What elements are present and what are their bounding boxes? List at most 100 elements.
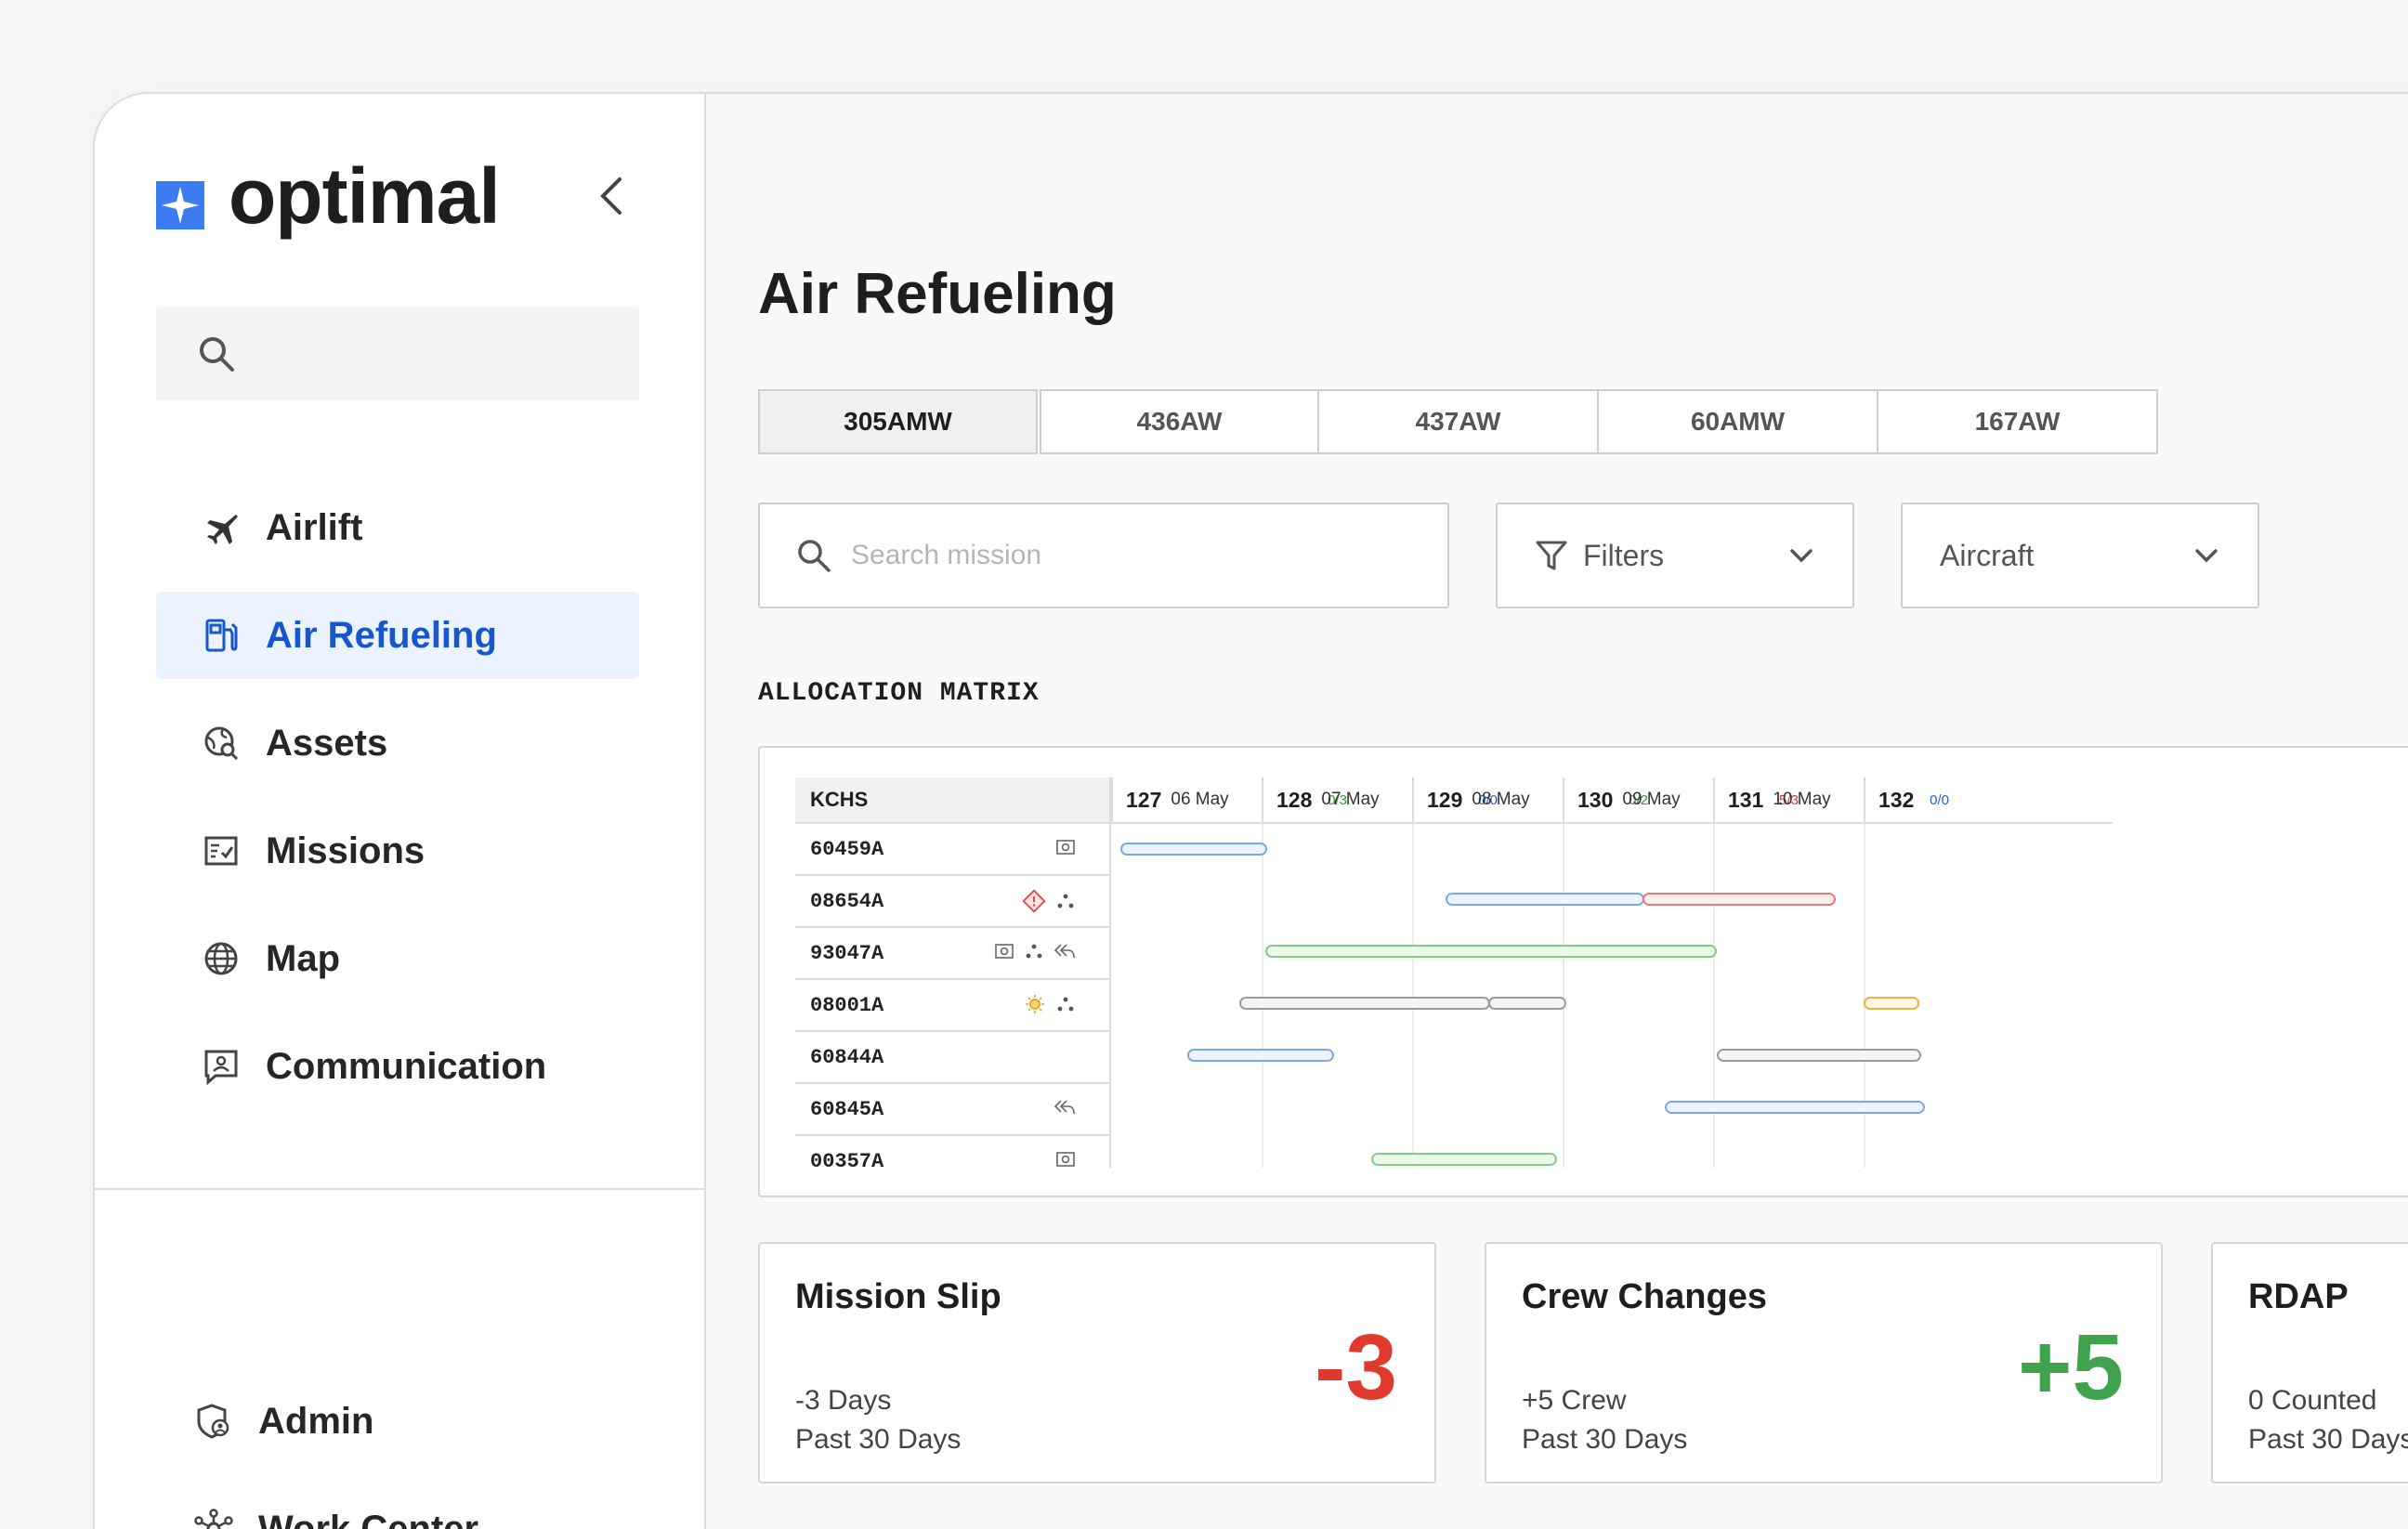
allocation-bar[interactable] [1446,893,1644,906]
network-hub-icon [193,1509,234,1529]
tab-436aw[interactable]: 436AW [1040,389,1319,454]
chevron-down-icon [2195,549,2218,563]
wing-tabs: 305AMW 436AW 437AW 60AMW 167AW [758,389,2158,454]
allocation-bar[interactable] [1120,843,1267,856]
airplane-icon [201,507,242,548]
allocation-bar[interactable] [1665,1101,1925,1114]
sidebar-item-work-center[interactable]: Work Center [156,1485,639,1529]
tab-167aw[interactable]: 167AW [1878,389,2158,454]
sidebar-bottom-nav: Admin Work Center [156,1378,639,1529]
globe-search-icon [201,723,242,764]
reply-all-icon [1054,1100,1075,1115]
mission-search[interactable] [758,503,1449,608]
allocation-bar[interactable] [1265,945,1717,958]
sidebar-item-label: Work Center [258,1508,479,1529]
sidebar-item-label: Airlift [266,506,363,548]
reply-all-icon [1054,944,1075,959]
aircraft-label: Aircraft [1940,538,2035,572]
aircraft-row[interactable]: 60459A [795,824,1111,876]
sidebar-item-admin[interactable]: Admin [156,1378,639,1465]
allocation-bar[interactable] [1239,997,1490,1010]
kpi-card-mission-slip[interactable]: Mission Slip -3 Days Past 30 Days -3 [758,1242,1436,1483]
tail-number: 00357A [810,1149,884,1169]
sidebar-divider [95,1188,704,1190]
matrix-grid: KCHS 127 06 May 0/3 128 07 May 0/0 129 0… [795,778,2408,1168]
sidebar-item-label: Missions [266,830,425,871]
fuel-pump-icon [201,615,242,656]
aircraft-row[interactable]: 60844A [795,1032,1111,1084]
card-detail: 0 Counted [2248,1385,2377,1416]
aircraft-row[interactable]: 60845A [795,1084,1111,1136]
kpi-card-rdap[interactable]: RDAP 0 Counted Past 30 Days [2211,1242,2408,1483]
card-title: Mission Slip [795,1277,1001,1316]
card-title: Crew Changes [1522,1277,1767,1316]
contact-card-icon [201,1046,242,1087]
sidebar-item-communication[interactable]: Communication [156,1023,639,1110]
dots-cluster-icon [1057,997,1074,1012]
camera-icon [1056,840,1075,855]
allocation-bar[interactable] [1717,1049,1921,1062]
aircraft-dropdown[interactable]: Aircraft [1901,503,2259,608]
globe-icon [201,938,242,979]
sidebar-item-map[interactable]: Map [156,915,639,1002]
tab-437aw[interactable]: 437AW [1319,389,1599,454]
sidebar-item-air-refueling[interactable]: Air Refueling [156,592,639,679]
tab-305amw[interactable]: 305AMW [758,389,1038,454]
mission-search-input[interactable] [851,540,1408,571]
sidebar-item-assets[interactable]: Assets [156,699,639,787]
card-detail: +5 Crew [1522,1385,1627,1416]
day-number: 127 [1126,787,1162,812]
filters-label: Filters [1583,538,1665,572]
allocation-bar[interactable] [1371,1153,1557,1166]
main-content: Air Refueling 305AMW 436AW 437AW 60AMW 1… [706,94,2408,1529]
brand-name: optimal [229,152,501,240]
collapse-sidebar-button[interactable] [587,172,635,220]
page-title: Air Refueling [758,262,1117,326]
day-column-line [1713,824,1715,1168]
day-column-line [1864,824,1865,1168]
card-detail: -3 Days [795,1385,892,1416]
day-number: 132 [1878,787,1915,812]
filters-dropdown[interactable]: Filters [1496,503,1854,608]
day-column-line [1563,824,1564,1168]
dots-cluster-icon [1026,944,1042,959]
day-number: 129 [1427,787,1463,812]
allocation-bar[interactable] [1187,1049,1334,1062]
sidebar-item-missions[interactable]: Missions [156,807,639,895]
card-period: Past 30 Days [2248,1424,2408,1455]
sidebar-search-input[interactable] [255,326,626,382]
sidebar-item-label: Communication [266,1045,547,1087]
card-title: RDAP [2248,1277,2349,1316]
kpi-card-crew-changes[interactable]: Crew Changes +5 Crew Past 30 Days +5 [1485,1242,2163,1483]
allocation-bar[interactable] [1488,997,1566,1010]
day-number: 130 [1577,787,1614,812]
tail-number: 93047A [810,941,884,965]
tab-60amw[interactable]: 60AMW [1599,389,1878,454]
day-number: 128 [1276,787,1313,812]
sidebar-item-label: Map [266,937,340,979]
card-period: Past 30 Days [1522,1424,1688,1455]
day-date: 06 May [1171,790,1229,809]
card-period: Past 30 Days [795,1424,962,1455]
day-date: 09 May [1622,790,1681,809]
allocation-bar[interactable] [1642,893,1836,906]
filter-funnel-icon [1536,541,1567,570]
aircraft-row[interactable]: 08654A [795,876,1111,928]
logo-mark-icon [156,181,204,229]
sidebar-item-airlift[interactable]: Airlift [156,484,639,571]
sidebar-item-label: Admin [258,1400,374,1442]
aircraft-row[interactable]: 08001A [795,980,1111,1032]
search-icon [798,540,831,572]
day-header: 132 [1864,778,2113,824]
allocation-bar[interactable] [1864,997,1919,1010]
sidebar-item-label: Air Refueling [266,614,497,656]
camera-icon [995,944,1014,959]
day-date: 08 May [1472,790,1530,809]
app-window: optimal Airlift Air Refueling Assets Mis… [93,92,2408,1529]
aircraft-row[interactable]: 93047A [795,928,1111,980]
sidebar: optimal Airlift Air Refueling Assets Mis… [95,94,706,1529]
chevron-down-icon [1790,549,1813,563]
aircraft-row[interactable]: 00357A [795,1136,1111,1168]
sidebar-nav: Airlift Air Refueling Assets Missions Ma… [156,484,639,1130]
sidebar-search[interactable] [156,307,639,400]
